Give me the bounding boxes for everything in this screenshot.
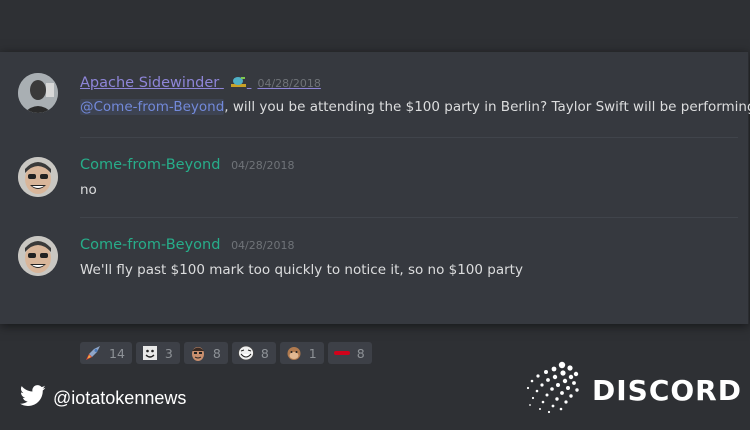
reaction-count: 3 — [164, 345, 173, 361]
avatar[interactable] — [18, 157, 58, 197]
message-text: @Come-from-Beyond, will you be attending… — [80, 99, 750, 115]
avatar[interactable] — [18, 73, 58, 113]
discord-brand: DISCORD — [524, 360, 742, 420]
username[interactable]: Come-from-Beyond 04/28/2018 — [80, 237, 294, 253]
iota-logo-icon — [524, 360, 582, 420]
avatar[interactable] — [18, 236, 58, 276]
message-text: We'll fly past $100 mark too quickly to … — [80, 262, 523, 278]
timestamp: 04/28/2018 — [231, 159, 295, 172]
twitter-bird-icon — [19, 385, 46, 411]
username[interactable]: Come-from-Beyond 04/28/2018 — [80, 157, 294, 173]
message: Come-from-Beyond 04/28/2018 no — [0, 138, 748, 217]
face-icon — [189, 345, 207, 361]
username-label[interactable]: Come-from-Beyond — [80, 157, 220, 173]
username-label[interactable]: Apache Sidewinder — [80, 75, 219, 91]
message-text: no — [80, 182, 97, 198]
reaction-red[interactable]: 8 — [327, 342, 372, 364]
trollface-icon — [237, 345, 255, 361]
username-label[interactable]: Come-from-Beyond — [80, 237, 220, 253]
message-body: , will you be attending the $100 party i… — [224, 99, 750, 115]
reaction-count: 14 — [109, 345, 125, 361]
reaction-count: 8 — [260, 345, 269, 361]
message: Come-from-Beyond 04/28/2018 We'll fly pa… — [0, 218, 748, 364]
twitter-credit: @iotatokennews — [19, 385, 187, 411]
reaction-rocket[interactable]: 14 — [80, 342, 132, 364]
reaction-meme-face[interactable]: 3 — [135, 342, 180, 364]
user-mention[interactable]: @Come-from-Beyond — [80, 99, 225, 115]
meme-face-icon — [141, 345, 159, 361]
reactions-bar: 14 3 8 8 1 8 — [80, 342, 372, 364]
reaction-trollface[interactable]: 8 — [231, 342, 276, 364]
message: Apache Sidewinder 04/28/2018 @Come-from-… — [0, 52, 750, 137]
red-mark-icon — [333, 345, 351, 361]
reaction-count: 1 — [308, 345, 317, 361]
username[interactable]: Apache Sidewinder 04/28/2018 — [80, 75, 321, 91]
reaction-monkey-face[interactable]: 1 — [279, 342, 324, 364]
discord-wordmark: DISCORD — [592, 373, 742, 407]
reaction-count: 8 — [212, 345, 221, 361]
timestamp: 04/28/2018 — [257, 77, 321, 90]
rocket-icon — [85, 345, 103, 361]
twitter-handle: @iotatokennews — [53, 387, 187, 408]
cap-icon — [230, 75, 247, 88]
reaction-face[interactable]: 8 — [183, 342, 228, 364]
chat-panel: Apache Sidewinder 04/28/2018 @Come-from-… — [0, 52, 750, 364]
monkey-face-icon — [285, 345, 303, 361]
timestamp: 04/28/2018 — [231, 239, 295, 252]
reaction-count: 8 — [356, 345, 365, 361]
